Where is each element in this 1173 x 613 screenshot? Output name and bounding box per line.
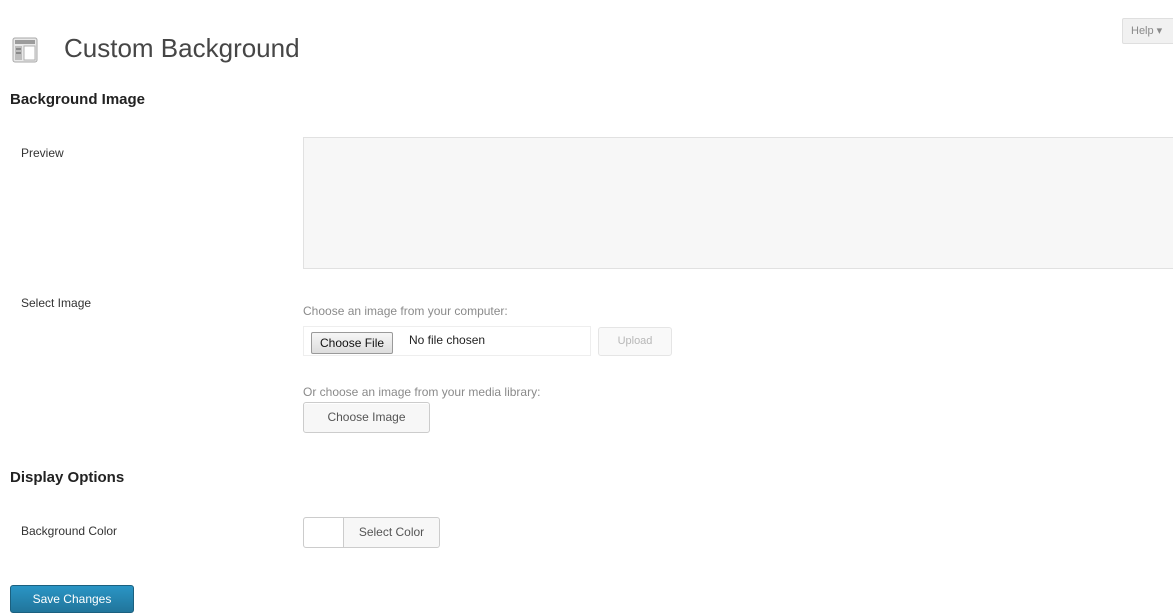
color-picker[interactable]: Select Color [303,517,440,548]
color-swatch[interactable] [304,518,344,547]
media-library-hint: Or choose an image from your media libra… [303,385,541,399]
display-options-heading: Display Options [10,469,125,486]
background-preview [303,137,1173,269]
appearance-background-icon [12,37,38,63]
select-color-button[interactable]: Select Color [344,518,439,547]
choose-image-button[interactable]: Choose Image [303,402,430,433]
upload-button[interactable]: Upload [598,327,672,356]
select-image-label: Select Image [21,296,92,310]
background-image-heading: Background Image [10,91,146,108]
preview-label: Preview [21,146,64,160]
background-color-label: Background Color [21,524,118,538]
help-tab[interactable]: Help ▾ [1122,18,1173,44]
page-title: Custom Background [64,33,300,63]
no-file-chosen-text: No file chosen [409,333,486,347]
computer-upload-hint: Choose an image from your computer: [303,304,508,318]
choose-file-button[interactable]: Choose File [311,332,394,354]
file-input[interactable]: Choose File No file chosen [303,326,591,356]
